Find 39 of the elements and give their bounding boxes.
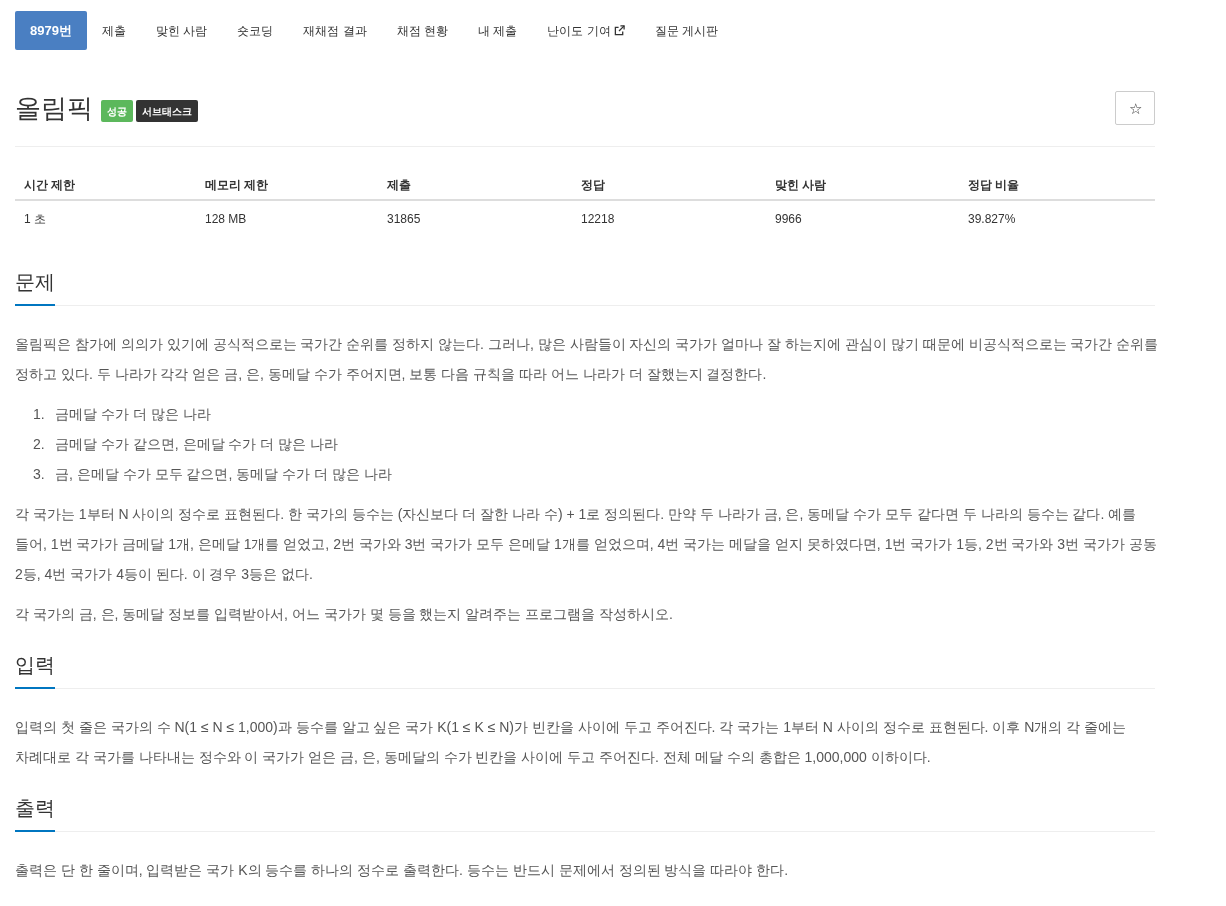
section-heading: 문제 bbox=[15, 266, 55, 306]
nav-tab[interactable]: 질문 게시판 bbox=[639, 11, 733, 50]
list-number: 2. bbox=[33, 434, 46, 454]
star-button[interactable]: ☆ bbox=[1115, 91, 1155, 125]
section-heading: 입력 bbox=[15, 649, 55, 689]
section-heading: 출력 bbox=[15, 792, 55, 832]
problem-paragraph: 각 국가의 금, 은, 동메달 정보를 입력받아서, 어느 국가가 몇 등을 했는지 알려주는 프로그램을 작성하시오. bbox=[15, 605, 674, 624]
column-header: 시간 제한 bbox=[23, 177, 77, 194]
column-header: 제출 bbox=[386, 177, 412, 194]
column-header: 맞힌 사람 bbox=[774, 177, 828, 194]
table-cell-text: 128 MB bbox=[204, 211, 248, 228]
nav-tab[interactable]: 재채점 결과 bbox=[288, 11, 382, 50]
list-item-text: 금메달 수가 같으면, 은메달 수가 더 많은 나라 bbox=[55, 434, 339, 454]
nav-tab[interactable]: 숏코딩 bbox=[222, 11, 289, 50]
nav-tab[interactable]: 채점 현황 bbox=[381, 11, 463, 50]
nav-tab[interactable]: 내 제출 bbox=[462, 11, 533, 50]
nav-tab[interactable]: 8979번 bbox=[15, 11, 87, 50]
column-header: 메모리 제한 bbox=[204, 177, 270, 194]
nav-tab[interactable]: 난이도 기여 bbox=[532, 11, 640, 50]
list-number: 3. bbox=[33, 464, 46, 484]
problem-paragraph: 입력의 첫 줄은 국가의 수 N(1 ≤ N ≤ 1,000)과 등수를 알고 싶은 국가 K(1 ≤ K ≤ N)가 빈칸을 사이에 두고 주어진다. 각 국가는 1부터 N 사이의 정수로 표현된다. 이후 N개의 각 줄에는 차례대로 각 국가를 나타내는 정수와 이 국가가 얻은 금, 은, 동메달의 수가 빈칸을 사이에 두고 주어진다. 전체 메달 수의 총합은 1,000,000 이하이다. bbox=[15, 718, 1128, 767]
list-item-text: 금메달 수가 더 많은 나라 bbox=[55, 404, 211, 424]
table-cell-text: 39.827% bbox=[967, 211, 1017, 228]
list-number: 1. bbox=[33, 404, 46, 424]
problem-paragraph: 올림픽은 참가에 의의가 있기에 공식적으로는 국가간 순위를 정하지 않는다. 그러나, 많은 사람들이 자신의 국가가 얼마나 잘 하는지에 관심이 많기 때문에 비공식적으로는 국가간 순위를 정하고 있다. 두 나라가 각각 얻은 금, 은, 동메달 수가 주어지면, 보통 다음 규칙을 따라 어느 나라가 더 잘했는지 결정한다. bbox=[15, 335, 1160, 384]
problem-paragraph: 각 국가는 1부터 N 사이의 정수로 표현된다. 한 국가의 등수는 (자신보다 더 잘한 나라 수) + 1로 정의된다. 만약 두 나라가 금, 은, 동메달 수가 모두 같다면 두 나라의 등수는 같다. 예를 들어, 1번 국가가 금메달 1개, 은메달 1개를 얻었고, 2번 국가와 3번 국가가 모두 은메달 1개를 얻었으며, 4번 국가는 메달을 얻지 못하였다면, 1번 국가가 1등, 2번 국가와 3번 국가가 공동 2등, 4번 국가가 4등이 된다. 이 경우 3등은 없다. bbox=[15, 505, 1158, 584]
table-cell-text: 31865 bbox=[386, 211, 422, 228]
table-cell-text: 1 초 bbox=[23, 211, 47, 228]
list-item-text: 금, 은메달 수가 모두 같으면, 동메달 수가 더 많은 나라 bbox=[55, 464, 392, 484]
nav-tab[interactable]: 제출 bbox=[86, 11, 141, 50]
nav-tab[interactable]: 맞힌 사람 bbox=[140, 11, 223, 50]
problem-paragraph: 출력은 단 한 줄이며, 입력받은 국가 K의 등수를 하나의 정수로 출력한다. 등수는 반드시 문제에서 정의된 방식을 따라야 한다. bbox=[15, 861, 790, 880]
problem-title: 올림픽 bbox=[15, 92, 93, 125]
table-cell-text: 9966 bbox=[774, 211, 803, 228]
status-label: 성공 bbox=[101, 100, 133, 122]
column-header: 정답 비율 bbox=[967, 177, 1021, 194]
column-header: 정답 bbox=[580, 177, 606, 194]
table-cell-text: 12218 bbox=[580, 211, 616, 228]
status-label: 서브태스크 bbox=[136, 100, 198, 122]
